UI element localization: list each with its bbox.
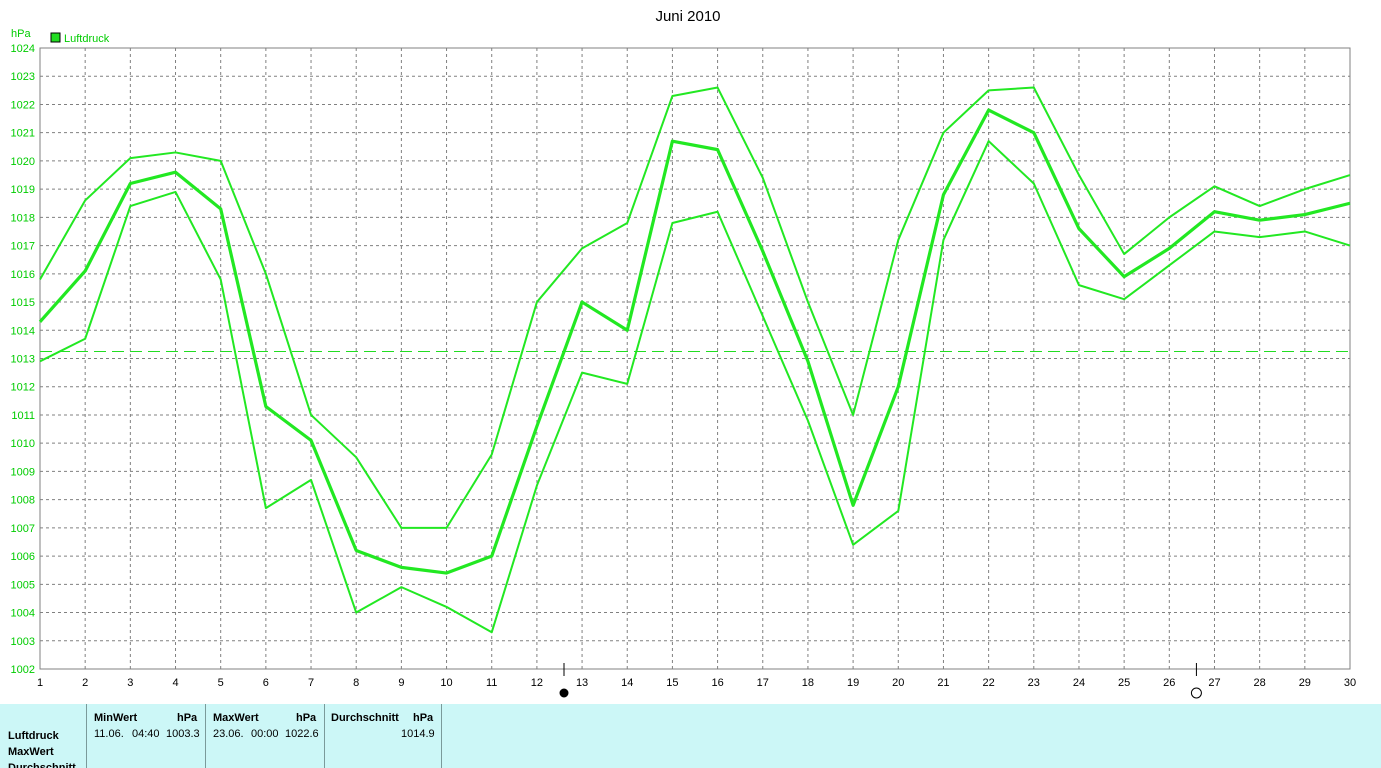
min-unit: hPa: [177, 712, 198, 724]
min-date: 11.06.: [94, 728, 124, 740]
x-tick-label: 17: [757, 677, 769, 689]
max-date: 23.06.: [213, 728, 244, 740]
x-tick-label: 26: [1163, 677, 1175, 689]
row-label-durchschnitt: Durchschnitt: [8, 762, 76, 768]
x-tick-label: 11: [486, 677, 497, 689]
average-value-box: Durchschnitt hPa 1014.9: [324, 704, 442, 768]
legend-swatch: [50, 32, 61, 43]
series-lines: [38, 86, 1351, 634]
x-tick-label: 19: [847, 677, 859, 689]
y-tick-labels: 1002 1003 1004 1005 1006 1007 1008 1009 1010 1011…: [11, 43, 35, 676]
y-tick-label: 1004: [11, 608, 35, 620]
moon-markers: [559, 663, 1202, 699]
x-tick-label: 25: [1118, 677, 1130, 689]
x-tick-label: 5: [218, 677, 224, 689]
min-time: 04:40: [132, 728, 160, 740]
x-tick-label: 3: [127, 677, 133, 689]
max-value-box: MaxWert hPa 23.06. 00:00 1022.6: [205, 704, 325, 768]
x-tick-labels: 1 2 3 4 5 6 7 8 9 10 11 12 13 14 15 16 17 18 19 20 21 22 23 24 2…: [37, 677, 1356, 689]
series-line-max: [39, 86, 1351, 529]
y-tick-label: 1014: [11, 325, 35, 337]
statistics-panel: Luftdruck MaxWert Durchschnitt MinWert h…: [0, 704, 1381, 768]
y-tick-label: 1015: [11, 297, 35, 309]
x-tick-label: 21: [937, 677, 949, 689]
x-tick-label: 30: [1344, 677, 1356, 689]
legend-label: Luftdruck: [64, 33, 110, 45]
x-tick-label: 18: [802, 677, 814, 689]
y-tick-label: 1007: [11, 523, 35, 535]
x-tick-label: 24: [1073, 677, 1085, 689]
x-tick-label: 22: [982, 677, 994, 689]
y-tick-label: 1005: [11, 579, 35, 591]
x-tick-label: 7: [308, 677, 314, 689]
y-tick-label: 1020: [11, 156, 35, 168]
x-tick-label: 10: [440, 677, 452, 689]
max-time: 00:00: [251, 728, 279, 740]
avg-header: Durchschnitt: [331, 712, 399, 724]
y-tick-label: 1021: [11, 128, 35, 140]
series-line-mean: [38, 108, 1351, 575]
min-value-box: MinWert hPa 11.06. 04:40 1003.3: [86, 704, 206, 768]
y-tick-label: 1016: [11, 269, 35, 281]
x-tick-label: 23: [1028, 677, 1040, 689]
x-tick-label: 12: [531, 677, 543, 689]
y-tick-label: 1018: [11, 212, 35, 224]
min-header: MinWert: [94, 712, 138, 724]
chart-title: Juni 2010: [655, 8, 720, 25]
y-tick-label: 1008: [11, 495, 35, 507]
x-tick-label: 27: [1208, 677, 1220, 689]
avg-unit: hPa: [413, 712, 434, 724]
y-tick-label: 1002: [11, 664, 35, 676]
min-value: 1003.3: [166, 728, 200, 740]
full-moon-icon: [1190, 687, 1202, 699]
y-tick-label: 1006: [11, 551, 35, 563]
stats-row-labels: Luftdruck MaxWert Durchschnitt: [8, 728, 76, 768]
x-tick-label: 4: [172, 677, 178, 689]
y-tick-label: 1013: [11, 354, 35, 366]
y-tick-label: 1017: [11, 241, 35, 253]
x-tick-label: 20: [892, 677, 904, 689]
x-tick-label: 14: [621, 677, 633, 689]
x-tick-label: 2: [82, 677, 88, 689]
row-label-luftdruck: Luftdruck: [8, 730, 59, 742]
x-tick-label: 6: [263, 677, 269, 689]
x-tick-label: 28: [1254, 677, 1266, 689]
x-tick-label: 16: [711, 677, 723, 689]
y-tick-label: 1011: [11, 410, 35, 422]
y-tick-label: 1009: [11, 466, 35, 478]
x-tick-label: 1: [37, 677, 43, 689]
avg-value: 1014.9: [401, 728, 435, 740]
x-tick-label: 29: [1299, 677, 1311, 689]
new-moon-icon: [559, 688, 569, 698]
y-tick-label: 1003: [11, 636, 35, 648]
y-tick-label: 1012: [11, 382, 35, 394]
y-axis-unit: hPa: [11, 28, 31, 40]
y-tick-label: 1023: [11, 71, 35, 83]
x-tick-label: 15: [666, 677, 678, 689]
y-tick-label: 1019: [11, 184, 35, 196]
pressure-chart: Juni 2010 hPa Luftdruck 1002 1003 1004 1005…: [11, 8, 1356, 699]
x-tick-label: 8: [353, 677, 359, 689]
max-header: MaxWert: [213, 712, 259, 724]
row-label-maxwert: MaxWert: [8, 746, 54, 758]
max-unit: hPa: [296, 712, 317, 724]
x-tick-label: 9: [398, 677, 404, 689]
y-tick-label: 1022: [11, 99, 35, 111]
x-tick-label: 13: [576, 677, 588, 689]
max-value: 1022.6: [285, 728, 319, 740]
y-tick-label: 1010: [11, 438, 35, 450]
y-tick-label: 1024: [11, 43, 35, 55]
